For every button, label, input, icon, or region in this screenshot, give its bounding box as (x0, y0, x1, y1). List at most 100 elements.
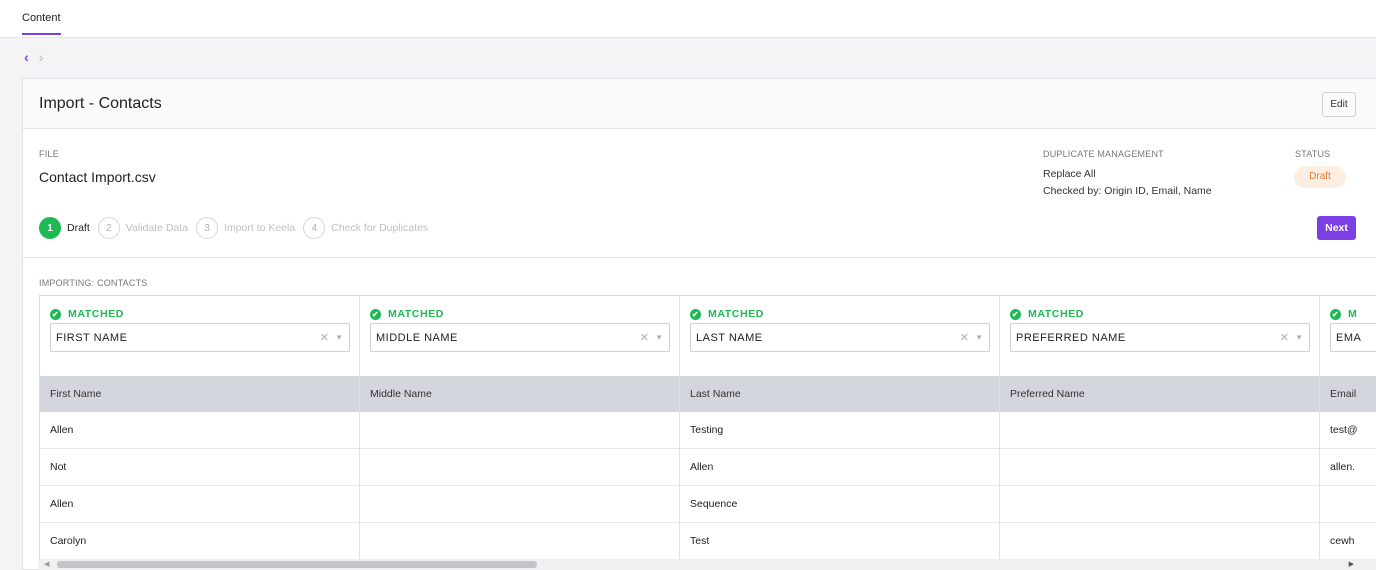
match-status-label: MATCHED (388, 308, 444, 320)
clear-icon[interactable]: ✕ (1280, 331, 1289, 344)
field-select[interactable]: PREFERRED NAME ✕ ▼ (1010, 323, 1310, 352)
check-circle-icon: ✔ (1010, 308, 1021, 320)
step-number: 2 (97, 217, 120, 239)
status-badge: Draft (1294, 166, 1346, 188)
table-cell (1000, 523, 1319, 560)
table-cell (1320, 486, 1376, 523)
match-status: ✔ MATCHED (50, 308, 124, 320)
match-status-label: MATCHED (708, 308, 764, 320)
check-circle-icon: ✔ (690, 308, 701, 320)
mapping-area: ✔ MATCHED FIRST NAME ✕ ▼ (40, 296, 359, 376)
field-select[interactable]: FIRST NAME ✕ ▼ (50, 323, 350, 352)
match-status-label: MATCHED (68, 308, 124, 320)
scroll-right-icon[interactable]: ▶ (1349, 560, 1354, 568)
divider (23, 257, 1376, 258)
mapping-area: ✔ MATCHED LAST NAME ✕ ▼ (680, 296, 999, 376)
table-cell: Not (40, 449, 359, 486)
table-cell: cewh (1320, 523, 1376, 560)
chevron-down-icon[interactable]: ▼ (1295, 333, 1303, 342)
step-label: Draft (67, 222, 90, 234)
field-select-value: PREFERRED NAME (1016, 332, 1126, 344)
clear-icon[interactable]: ✕ (640, 331, 649, 344)
card-header: Import - Contacts Edit (23, 79, 1376, 129)
column-preferred-name: ✔ MATCHED PREFERRED NAME ✕ ▼ Preferred Na… (1000, 296, 1320, 569)
horizontal-scrollbar[interactable]: ◀ ▶ (38, 559, 1376, 570)
match-status: ✔ MATCHED (1010, 308, 1084, 320)
column-header: Middle Name (360, 376, 679, 412)
table-cell: Allen (40, 412, 359, 449)
edit-button[interactable]: Edit (1322, 92, 1356, 117)
field-select[interactable]: MIDDLE NAME ✕ ▼ (370, 323, 670, 352)
import-stepper: 1 Draft 2 Validate Data 3 Import to Keel… (39, 216, 436, 240)
tab-content[interactable]: Content (22, 12, 61, 35)
column-header: First Name (40, 376, 359, 412)
step-number: 1 (39, 217, 61, 239)
match-status: ✔ MATCHED (690, 308, 764, 320)
chevron-down-icon[interactable]: ▼ (335, 333, 343, 342)
column-header: Email (1320, 376, 1376, 412)
table-cell (1000, 486, 1319, 523)
step-label: Check for Duplicates (331, 222, 429, 234)
step-check-for-duplicates: 4 Check for Duplicates (303, 217, 428, 239)
file-name: Contact Import.csv (39, 169, 156, 185)
column-header: Preferred Name (1000, 376, 1319, 412)
table-cell: Testing (680, 412, 999, 449)
table-cell: Allen (680, 449, 999, 486)
field-select-value: MIDDLE NAME (376, 332, 458, 344)
file-label: FILE (39, 149, 59, 159)
check-circle-icon: ✔ (370, 308, 381, 320)
clear-icon[interactable]: ✕ (320, 331, 329, 344)
match-status-label: M (1348, 308, 1358, 320)
importing-label: IMPORTING: CONTACTS (39, 278, 148, 288)
mapping-area: ✔ MATCHED MIDDLE NAME ✕ ▼ (360, 296, 679, 376)
column-header: Last Name (680, 376, 999, 412)
back-arrow-icon[interactable]: ‹ (24, 49, 29, 65)
match-status-label: MATCHED (1028, 308, 1084, 320)
column-first-name: ✔ MATCHED FIRST NAME ✕ ▼ First Name Allen… (40, 296, 360, 569)
field-select-value: LAST NAME (696, 332, 763, 344)
column-email: ✔ M EMA Email test@ allen. cewh (1320, 296, 1376, 569)
field-select[interactable]: EMA (1330, 323, 1376, 352)
step-draft: 1 Draft (39, 217, 90, 239)
check-circle-icon: ✔ (1330, 308, 1341, 320)
table-cell (1000, 449, 1319, 486)
table-cell: test@ (1320, 412, 1376, 449)
table-cell: Sequence (680, 486, 999, 523)
forward-arrow-icon[interactable]: › (39, 49, 44, 65)
chevron-down-icon[interactable]: ▼ (975, 333, 983, 342)
table-cell (1000, 412, 1319, 449)
table-cell: Test (680, 523, 999, 560)
status-label: STATUS (1295, 149, 1331, 159)
step-number: 3 (196, 217, 219, 239)
step-label: Import to Keela (224, 222, 296, 234)
mapping-area: ✔ M EMA (1320, 296, 1376, 376)
match-status: ✔ M (1330, 308, 1357, 320)
scroll-left-icon[interactable]: ◀ (44, 560, 49, 568)
table-cell: Carolyn (40, 523, 359, 560)
import-mapping-grid: ✔ MATCHED FIRST NAME ✕ ▼ First Name Allen… (39, 295, 1376, 569)
check-circle-icon: ✔ (50, 308, 61, 320)
scrollbar-thumb[interactable] (57, 561, 537, 568)
field-select-value: EMA (1336, 332, 1362, 344)
column-middle-name: ✔ MATCHED MIDDLE NAME ✕ ▼ Middle Name (360, 296, 680, 569)
table-cell (360, 523, 679, 560)
mapping-area: ✔ MATCHED PREFERRED NAME ✕ ▼ (1000, 296, 1319, 376)
table-cell (360, 486, 679, 523)
table-cell (360, 412, 679, 449)
match-status: ✔ MATCHED (370, 308, 444, 320)
table-cell (360, 449, 679, 486)
step-validate-data: 2 Validate Data (97, 217, 189, 239)
table-cell: Allen (40, 486, 359, 523)
step-number: 4 (303, 217, 326, 239)
table-cell: allen. (1320, 449, 1376, 486)
chevron-down-icon[interactable]: ▼ (655, 333, 663, 342)
top-bar: Content (0, 0, 1376, 38)
field-select[interactable]: LAST NAME ✕ ▼ (690, 323, 990, 352)
history-nav: ‹ › (24, 49, 43, 65)
field-select-value: FIRST NAME (56, 332, 128, 344)
step-label: Validate Data (125, 222, 189, 234)
next-button[interactable]: Next (1317, 216, 1356, 240)
duplicate-mode: Replace All (1043, 168, 1096, 180)
duplicate-management-label: DUPLICATE MANAGEMENT (1043, 149, 1164, 159)
clear-icon[interactable]: ✕ (960, 331, 969, 344)
